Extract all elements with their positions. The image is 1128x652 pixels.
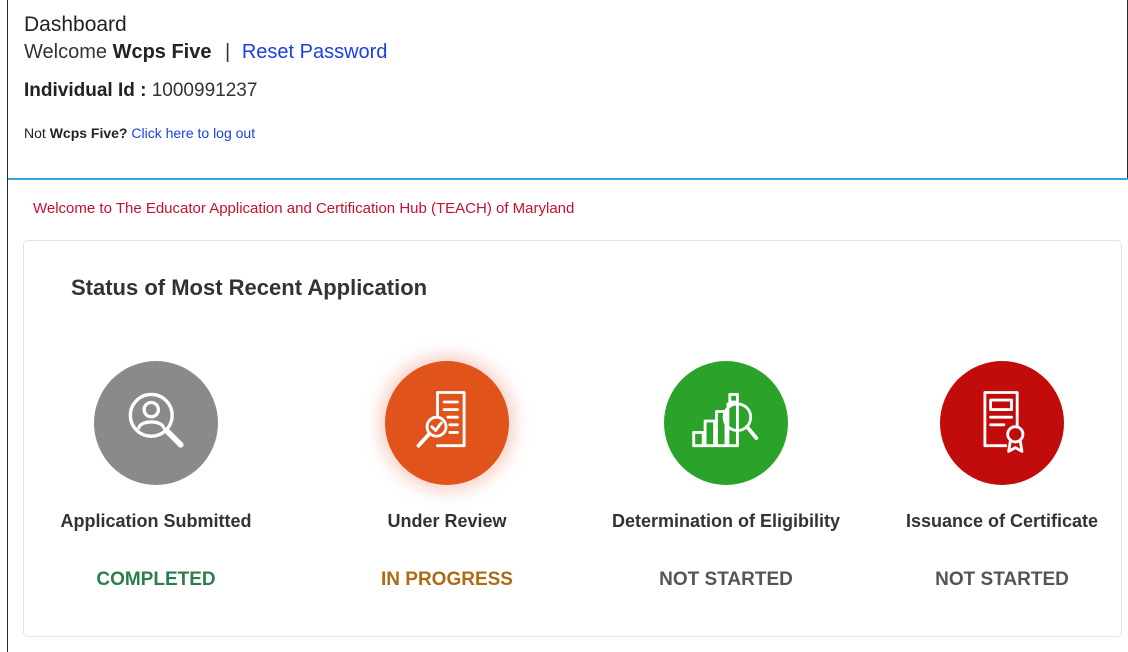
status-card-title: Status of Most Recent Application: [71, 275, 428, 300]
reset-password-link[interactable]: Reset Password: [242, 41, 388, 63]
separator: |: [225, 41, 231, 63]
step-circle: [385, 361, 509, 485]
welcome-prefix: Welcome: [24, 41, 107, 63]
step-label: Issuance of Certificate: [905, 511, 1099, 531]
step-label: Determination of Eligibility: [611, 511, 840, 531]
not-user-line: Not Wcps Five? Click here to log out: [24, 124, 387, 142]
step-circle: [940, 361, 1064, 485]
document-review-icon: [409, 383, 485, 464]
chart-magnifier-icon: [688, 383, 764, 464]
individual-id-line: Individual Id : 1000991237: [24, 80, 387, 102]
certificate-icon: [964, 383, 1040, 464]
not-user-name: Wcps Five?: [49, 125, 128, 141]
step-under-review: Under Review IN PROGRESS: [322, 361, 572, 591]
logout-link[interactable]: Click here to log out: [131, 125, 255, 141]
step-status: COMPLETED: [96, 569, 216, 590]
step-circle: [94, 361, 218, 485]
step-status: NOT STARTED: [935, 569, 1069, 590]
welcome-line: Welcome Wcps Five | Reset Password: [24, 38, 387, 66]
header-divider: [8, 178, 1128, 180]
search-user-icon: [118, 383, 194, 464]
header: Dashboard Welcome Wcps Five | Reset Pass…: [24, 12, 387, 142]
step-circle: [664, 361, 788, 485]
welcome-banner: Welcome to The Educator Application and …: [33, 200, 575, 217]
individual-id-label: Individual Id :: [24, 80, 147, 101]
step-status: IN PROGRESS: [381, 569, 513, 590]
step-application-submitted: Application Submitted COMPLETED: [31, 361, 281, 591]
page-title: Dashboard: [24, 13, 127, 36]
user-name: Wcps Five: [112, 41, 212, 63]
not-prefix: Not: [24, 125, 46, 141]
frame-border-left: [7, 0, 8, 652]
step-issuance-of-certificate: Issuance of Certificate NOT STARTED: [877, 361, 1127, 591]
individual-id-value: 1000991237: [151, 80, 258, 101]
status-card: Status of Most Recent Application Applic…: [23, 240, 1122, 637]
step-label: Under Review: [387, 511, 507, 531]
step-label: Application Submitted: [60, 511, 252, 531]
step-determination-of-eligibility: Determination of Eligibility NOT STARTED: [601, 361, 851, 591]
step-status: NOT STARTED: [659, 569, 793, 590]
